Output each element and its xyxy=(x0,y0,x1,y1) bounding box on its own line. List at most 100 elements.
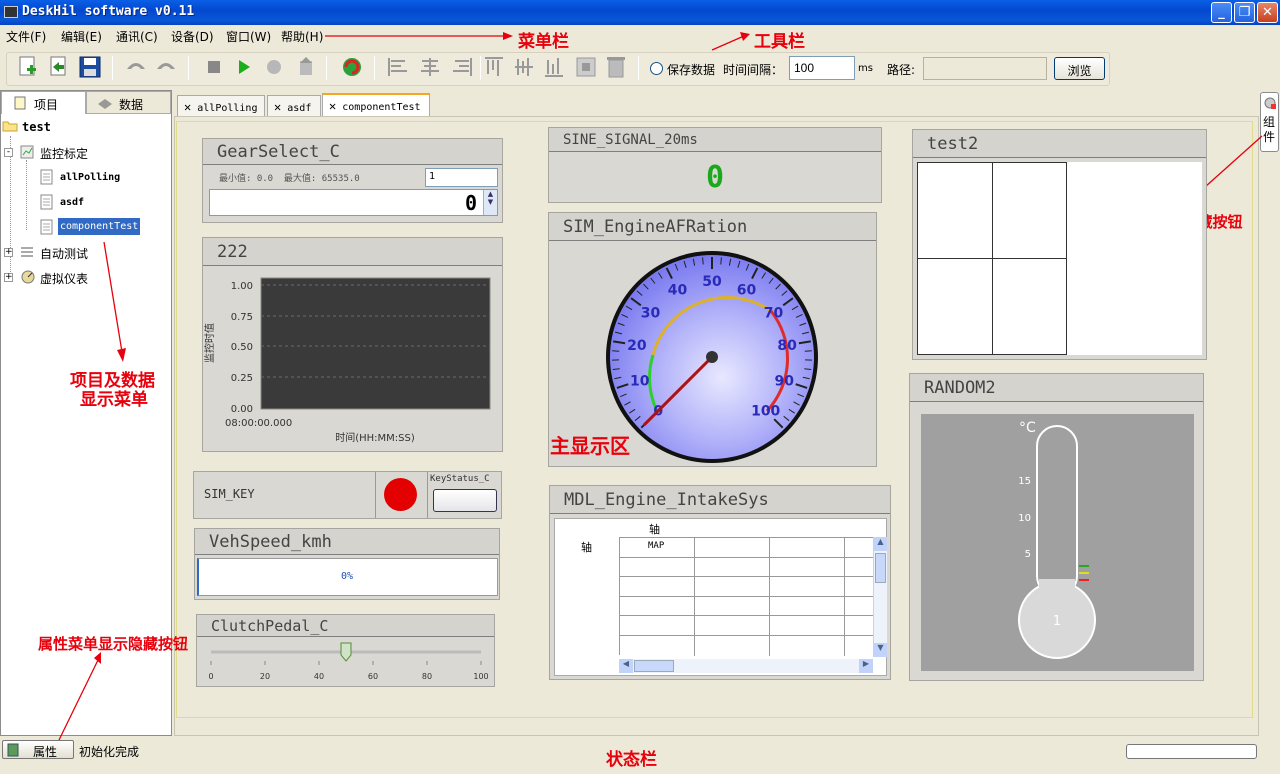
delete-icon[interactable] xyxy=(604,54,628,80)
save-data-radio[interactable] xyxy=(650,62,663,75)
tree-item-allpolling[interactable]: allPolling xyxy=(60,172,120,183)
close-button[interactable]: ✕ xyxy=(1257,2,1278,23)
annotation-project-menu-2: 显示菜单 xyxy=(80,390,148,410)
thermometer: °C 15 10 5 1 xyxy=(1018,420,1096,659)
redo-icon[interactable] xyxy=(154,54,178,80)
page-icon xyxy=(40,219,53,235)
simkey-indicator-frame xyxy=(375,472,428,518)
keystatus-button[interactable] xyxy=(433,489,497,512)
grid-icon[interactable] xyxy=(574,54,598,80)
annotation-statusbar: 状态栏 xyxy=(606,750,657,770)
export-icon[interactable] xyxy=(294,54,318,80)
svg-text:0: 0 xyxy=(208,672,213,681)
record-icon[interactable] xyxy=(262,54,286,80)
intake-title: MDL_Engine_IntakeSys xyxy=(550,486,890,514)
tree-item-monitor[interactable]: 监控标定 xyxy=(40,145,88,162)
intake-hscrollbar[interactable]: ◀ ▶ xyxy=(619,659,873,673)
open-file-icon[interactable] xyxy=(46,54,70,80)
property-button-label: 属性 xyxy=(33,745,58,759)
play-icon[interactable] xyxy=(232,54,256,80)
title-bar: DeskHil software v0.11 _ ❐ ✕ xyxy=(0,0,1280,25)
align-middle-icon[interactable] xyxy=(512,54,536,80)
restore-button[interactable]: ❐ xyxy=(1234,2,1255,23)
undo-icon[interactable] xyxy=(124,54,148,80)
browse-button[interactable]: 浏览 xyxy=(1054,57,1105,80)
doc-tab-componenttest[interactable]: ✕ componentTest xyxy=(322,93,430,116)
property-icon xyxy=(7,743,19,757)
align-bottom-icon[interactable] xyxy=(542,54,566,80)
toolbar-arrow xyxy=(711,32,750,51)
tab-data[interactable]: 数据 xyxy=(86,91,171,114)
monitor-icon xyxy=(20,145,34,159)
menubar-arrow xyxy=(325,32,513,40)
gauge-tick-label-30: 30 xyxy=(641,305,661,321)
menu-comm[interactable]: 通讯(C) xyxy=(116,28,158,45)
test2-widget: test2 xyxy=(912,129,1207,360)
status-message: 初始化完成 xyxy=(79,745,140,759)
tab-data-label: 数据 xyxy=(119,98,144,112)
gearselect-range: 最小值: 0.0 最大值: 65535.0 xyxy=(219,174,360,184)
tree-item-virtual[interactable]: 虚拟仪表 xyxy=(40,270,88,287)
intake-col-header: MAP xyxy=(620,538,695,558)
doc-tab-asdf[interactable]: ✕ asdf xyxy=(267,95,321,116)
simkey-led[interactable] xyxy=(384,478,417,511)
clutch-widget: ClutchPedal_C 0 20 40 60 80 100 xyxy=(196,614,495,687)
expand-toggle-virtual[interactable]: + xyxy=(4,273,13,282)
gearselect-step-input[interactable]: 1 xyxy=(425,168,498,187)
tree-item-componenttest[interactable]: componentTest xyxy=(58,218,141,235)
sine-widget: SINE_SIGNAL_20ms 0 xyxy=(548,127,882,203)
align-left-icon[interactable] xyxy=(386,54,410,80)
chart-222-xtick: 08:00:00.000 xyxy=(225,418,292,429)
gauge-tick-label-70: 70 xyxy=(764,305,784,321)
vehspeed-progressbar: 0% xyxy=(197,558,498,596)
svg-text:60: 60 xyxy=(368,672,378,681)
menu-file[interactable]: 文件(F) xyxy=(6,28,46,45)
refresh-icon[interactable] xyxy=(340,54,364,80)
gearselect-spinbox[interactable]: 0 ▲ ▼ xyxy=(209,189,498,216)
intake-grid[interactable]: MAP xyxy=(619,537,875,656)
path-input[interactable] xyxy=(923,57,1047,80)
menu-edit[interactable]: 编辑(E) xyxy=(61,28,102,45)
tab-close-icon[interactable]: ✕ xyxy=(274,100,281,114)
tab-close-icon[interactable]: ✕ xyxy=(329,99,336,113)
status-bar: 属性 初始化完成 状态栏 xyxy=(0,737,1280,774)
menu-window[interactable]: 窗口(W) xyxy=(226,28,271,45)
minimize-button[interactable]: _ xyxy=(1211,2,1232,23)
tree-item-autotest[interactable]: 自动测试 xyxy=(40,245,88,262)
tab-close-icon[interactable]: ✕ xyxy=(184,100,191,114)
doc-tab-allpolling[interactable]: ✕ allPolling xyxy=(177,95,265,116)
menu-help[interactable]: 帮助(H) xyxy=(281,28,323,45)
save-icon[interactable] xyxy=(78,54,102,80)
project-panel-arrow xyxy=(103,241,126,362)
svg-text:0.75: 0.75 xyxy=(231,312,253,323)
interval-input[interactable] xyxy=(789,56,855,80)
autotest-icon xyxy=(21,247,33,257)
annotation-menubar: 菜单栏 xyxy=(518,32,569,52)
tab-project[interactable]: 项目 xyxy=(1,91,86,114)
expand-toggle-monitor[interactable]: - xyxy=(4,148,13,157)
gauge-tick-mark xyxy=(720,257,722,265)
clutch-slider[interactable]: 0 20 40 60 80 100 xyxy=(197,639,495,685)
svg-text:1.00: 1.00 xyxy=(231,281,253,292)
align-right-icon[interactable] xyxy=(450,54,474,80)
gauge-tick-mark xyxy=(804,350,812,352)
property-toggle-button[interactable]: 属性 xyxy=(2,740,74,759)
gauge-tick-mark xyxy=(612,350,620,352)
random2-title: RANDOM2 xyxy=(910,374,1203,402)
align-top-icon[interactable] xyxy=(482,54,506,80)
project-tab-icon xyxy=(14,96,26,110)
page-icon xyxy=(40,169,53,185)
gauge-tick-label-90: 90 xyxy=(775,374,795,390)
expand-toggle-autotest[interactable]: + xyxy=(4,248,13,257)
tree-item-asdf[interactable]: asdf xyxy=(60,197,84,208)
spin-arrows-icon[interactable]: ▲ ▼ xyxy=(483,190,497,215)
new-file-icon[interactable] xyxy=(16,54,40,80)
random2-widget: RANDOM2 °C 15 10 5 1 xyxy=(909,373,1204,681)
gauge-tick-label-20: 20 xyxy=(627,338,647,354)
tree-root-label: test xyxy=(22,120,51,134)
menu-device[interactable]: 设备(D) xyxy=(171,28,214,45)
intake-vscrollbar[interactable]: ▲ ▼ xyxy=(873,537,887,657)
app-icon xyxy=(4,6,18,18)
stop-icon[interactable] xyxy=(202,54,226,80)
align-center-icon[interactable] xyxy=(418,54,442,80)
